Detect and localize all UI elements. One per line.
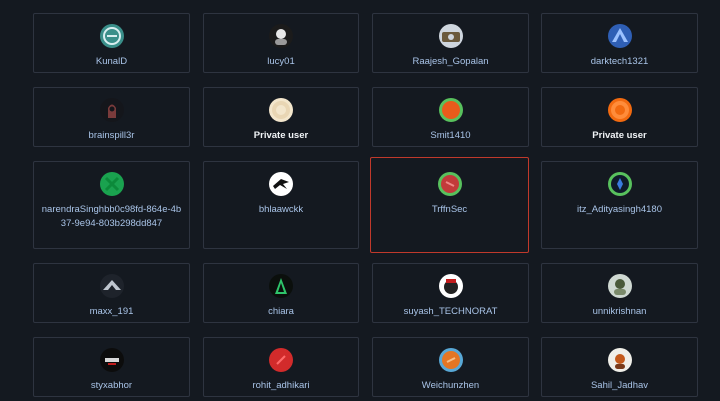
username: chiara <box>268 306 294 317</box>
username: styxabhor <box>90 380 133 391</box>
username: unnikrishnan <box>592 306 647 317</box>
username: rohit_adhikari <box>252 380 310 391</box>
avatar-itz-adityasingh4180-icon <box>607 172 632 196</box>
username: TrffnSec <box>431 204 468 215</box>
user-card[interactable]: Weichunzhen <box>372 337 529 397</box>
avatar-chiara-icon <box>269 274 293 298</box>
avatar-kunald-icon <box>99 24 124 48</box>
username: maxx_191 <box>89 306 134 317</box>
user-card[interactable]: KunalD <box>33 13 190 73</box>
username: narendraSinghbb0c98fd-864e-4b37-9e94-803… <box>41 204 182 229</box>
username: lucy01 <box>267 56 295 67</box>
user-card[interactable]: rohit_adhikari <box>203 337 359 397</box>
username: Private user <box>253 130 309 141</box>
avatar-private-user-2-icon <box>607 98 632 122</box>
avatar-sahil-jadhav-icon <box>607 348 632 372</box>
user-card[interactable]: Smit1410 <box>372 87 529 147</box>
username: darktech1321 <box>590 56 649 67</box>
username: suyash_TECHNORAT <box>403 306 498 317</box>
user-card[interactable]: Raajesh_Gopalan <box>372 13 529 73</box>
username: KunalD <box>95 56 128 67</box>
user-card[interactable]: suyash_TECHNORAT <box>372 263 529 323</box>
user-card[interactable]: bhlaawckk <box>203 161 359 249</box>
username: itz_Adityasingh4180 <box>576 204 663 215</box>
user-card-selected[interactable]: TrffnSec <box>370 157 529 253</box>
user-card[interactable]: Private user <box>541 87 698 147</box>
username: Private user <box>592 130 647 141</box>
user-card[interactable]: itz_Adityasingh4180 <box>541 161 698 249</box>
user-card[interactable]: chiara <box>203 263 359 323</box>
user-card[interactable]: Sahil_Jadhav <box>541 337 698 397</box>
avatar-maxx-191-icon <box>99 274 124 298</box>
user-card[interactable]: darktech1321 <box>541 13 698 73</box>
avatar-unnikrishnan-icon <box>607 274 632 298</box>
user-card[interactable]: narendraSinghbb0c98fd-864e-4b37-9e94-803… <box>33 161 190 249</box>
avatar-rohit-adhikari-icon <box>269 348 293 372</box>
avatar-narendrasingh-icon <box>99 172 124 196</box>
username: Weichunzhen <box>421 380 480 391</box>
avatar-lucy01-icon <box>269 24 293 48</box>
avatar-darktech1321-icon <box>607 24 632 48</box>
user-card[interactable]: brainspill3r <box>33 87 190 147</box>
user-card[interactable]: styxabhor <box>33 337 190 397</box>
user-grid: KunalD lucy01 Raajesh_Gopalan darktech13… <box>0 0 720 401</box>
username: bhlaawckk <box>258 204 304 215</box>
avatar-smit1410-icon <box>438 98 463 122</box>
avatar-weichunzhen-icon <box>438 348 463 372</box>
avatar-private-user-icon <box>269 98 293 122</box>
avatar-styxabhor-icon <box>99 348 124 372</box>
user-card[interactable]: unnikrishnan <box>541 263 698 323</box>
user-card[interactable]: lucy01 <box>203 13 359 73</box>
avatar-raajesh-gopalan-icon <box>438 24 463 48</box>
avatar-bhlaawckk-icon <box>269 172 293 196</box>
avatar-suyash-technorat-icon <box>438 274 463 298</box>
username: Sahil_Jadhav <box>590 380 649 391</box>
username: Raajesh_Gopalan <box>412 56 489 67</box>
username: Smit1410 <box>430 130 471 141</box>
avatar-trffnsec-icon <box>437 172 462 196</box>
avatar-brainspill3r-icon <box>99 98 124 122</box>
user-card[interactable]: Private user <box>203 87 359 147</box>
username: brainspill3r <box>88 130 135 141</box>
user-card[interactable]: maxx_191 <box>33 263 190 323</box>
